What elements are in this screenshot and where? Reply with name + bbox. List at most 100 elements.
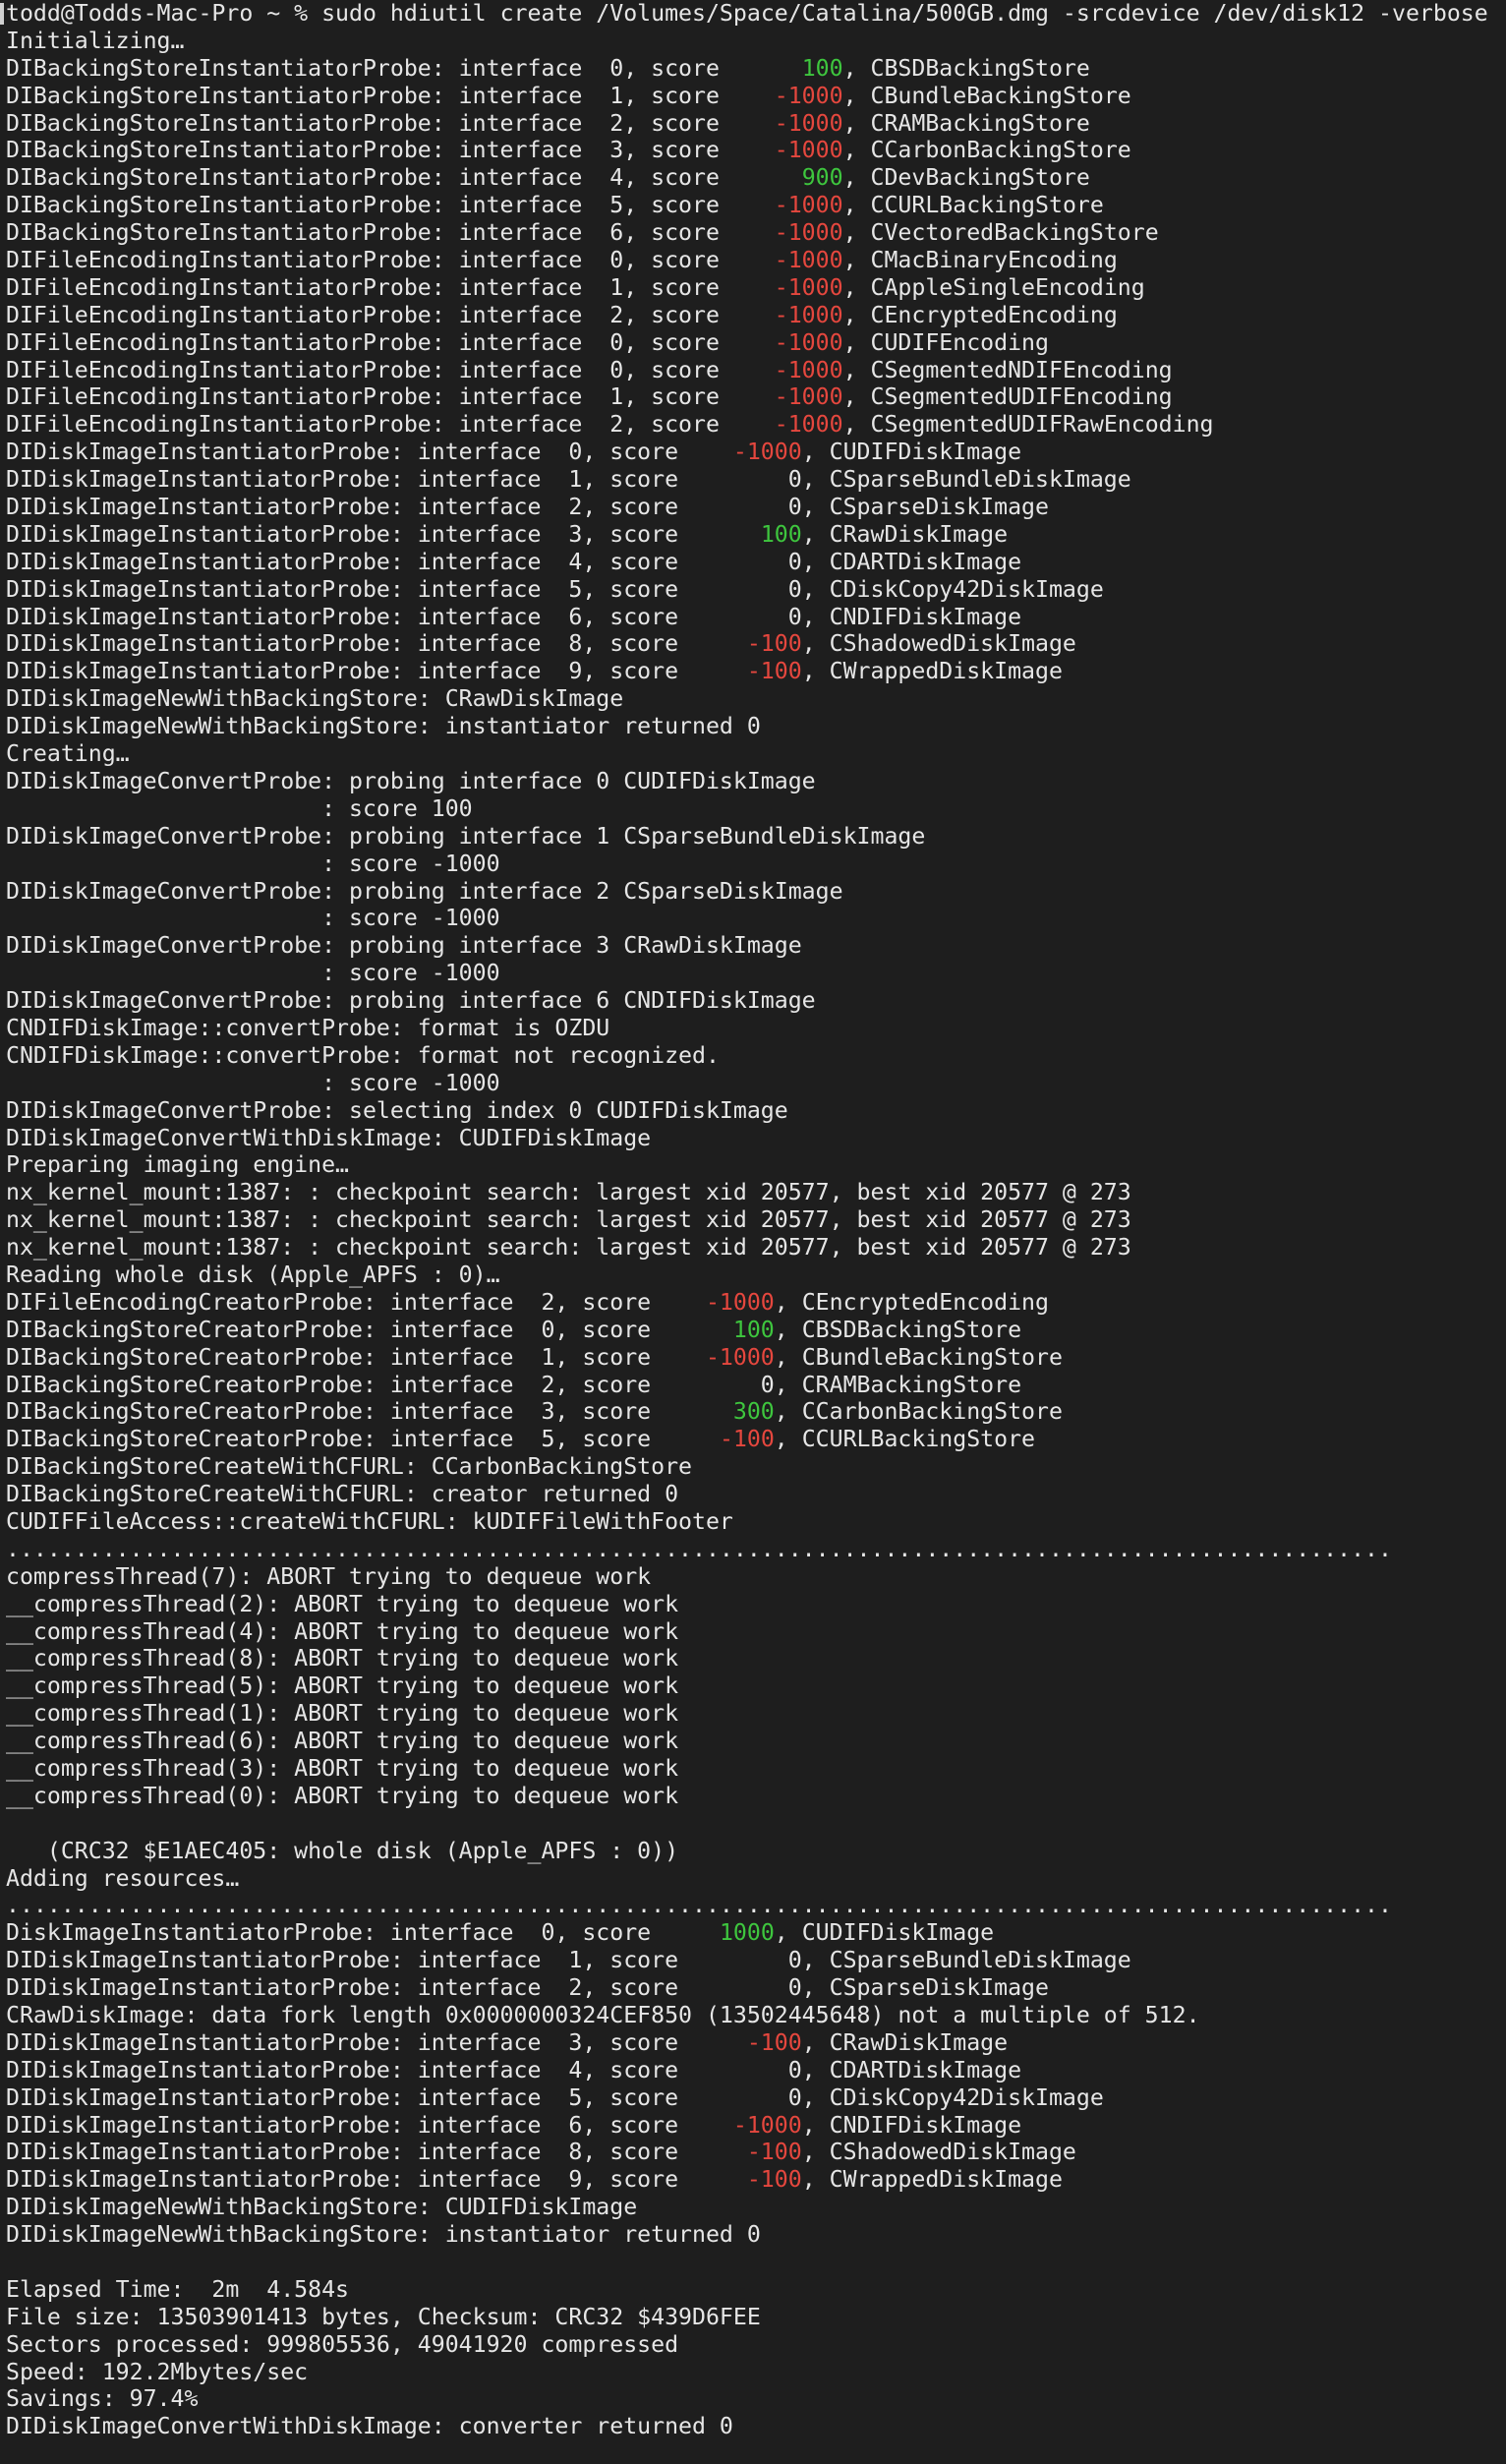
output-line: : score -1000	[6, 851, 1506, 878]
output-line: DIBackingStoreCreatorProbe: interface 5,…	[6, 1426, 1506, 1453]
output-line: DIBackingStoreCreateWithCFURL: CCarbonBa…	[6, 1453, 1506, 1481]
output-text: DIDiskImageConvertProbe: probing interfa…	[6, 822, 926, 850]
score-negative: -1000	[774, 301, 843, 328]
output-line: Reading whole disk (Apple_APFS : 0)…	[6, 1261, 1506, 1289]
output-text: DIDiskImageInstantiatorProbe: interface …	[6, 575, 1104, 603]
output-text: DIDiskImageInstantiatorProbe: interface …	[6, 2111, 733, 2139]
output-line: DIFileEncodingInstantiatorProbe: interfa…	[6, 274, 1506, 302]
output-line: Savings: 97.4%	[6, 2385, 1506, 2413]
output-text: DiskImageInstantiatorProbe: interface 0,…	[6, 1919, 720, 1947]
output-text: , CUDIFEncoding	[842, 328, 1049, 356]
output-text: DIDiskImageInstantiatorProbe: interface …	[6, 520, 761, 548]
output-text: Elapsed Time: 2m 4.584s	[6, 2275, 350, 2303]
score-negative: -1000	[774, 411, 843, 439]
output-text: CNDIFDiskImage::convertProbe: format is …	[6, 1014, 610, 1041]
output-text: CUDIFFileAccess::createWithCFURL: kUDIFF…	[6, 1507, 733, 1535]
output-line: DIDiskImageConvertWithDiskImage: convert…	[6, 2413, 1506, 2440]
output-line: DIDiskImageNewWithBackingStore: CRawDisk…	[6, 685, 1506, 713]
score-negative: -100	[746, 2028, 802, 2056]
output-line: DIDiskImageConvertProbe: probing interfa…	[6, 768, 1506, 795]
output-text: DIBackingStoreInstantiatorProbe: interfa…	[6, 164, 802, 192]
output-text: DIFileEncodingInstantiatorProbe: interfa…	[6, 273, 775, 301]
score-negative: -1000	[774, 109, 843, 137]
output-line: DIDiskImageInstantiatorProbe: interface …	[6, 604, 1506, 631]
terminal-output: Initializing… DIBackingStoreInstantiatorP…	[6, 28, 1506, 2440]
output-text: __compressThread(1): ABORT trying to deq…	[6, 1700, 679, 1728]
score-negative: -100	[746, 658, 802, 685]
output-line: __compressThread(1): ABORT trying to deq…	[6, 1700, 1506, 1728]
output-line: DIDiskImageInstantiatorProbe: interface …	[6, 439, 1506, 466]
output-text: DIFileEncodingInstantiatorProbe: interfa…	[6, 328, 775, 356]
score-negative: -100	[719, 1426, 775, 1453]
output-line: ........................................…	[6, 1536, 1506, 1563]
output-text: , CEncryptedEncoding	[774, 1288, 1049, 1316]
score-positive: 100	[732, 1316, 775, 1343]
output-text: nx_kernel_mount:1387: : checkpoint searc…	[6, 1206, 1131, 1234]
output-text: DIBackingStoreCreatorProbe: interface 0,…	[6, 1316, 733, 1343]
output-line: DIBackingStoreInstantiatorProbe: interfa…	[6, 110, 1506, 138]
output-text: __compressThread(4): ABORT trying to deq…	[6, 1617, 679, 1645]
output-line: : score -1000	[6, 1070, 1506, 1097]
score-negative: -100	[746, 630, 802, 658]
output-line: DIDiskImageConvertProbe: selecting index…	[6, 1097, 1506, 1125]
output-text: __compressThread(3): ABORT trying to deq…	[6, 1755, 679, 1782]
output-text: DIDiskImageNewWithBackingStore: CRawDisk…	[6, 685, 624, 713]
output-line: DIDiskImageInstantiatorProbe: interface …	[6, 549, 1506, 576]
output-text: DIDiskImageNewWithBackingStore: instanti…	[6, 713, 761, 740]
output-line: DIDiskImageConvertWithDiskImage: CUDIFDi…	[6, 1125, 1506, 1152]
output-line: Initializing…	[6, 28, 1506, 55]
command-text: sudo hdiutil create /Volumes/Space/Catal…	[321, 0, 1488, 27]
output-text: DIBackingStoreCreatorProbe: interface 1,…	[6, 1343, 706, 1371]
output-text: , CWrappedDiskImage	[801, 658, 1063, 685]
score-positive: 100	[801, 54, 843, 82]
command-line[interactable]: todd@Todds-Mac-Pro ~ % sudo hdiutil crea…	[6, 0, 1506, 28]
output-line: CNDIFDiskImage::convertProbe: format not…	[6, 1042, 1506, 1070]
output-line: DIDiskImageInstantiatorProbe: interface …	[6, 2057, 1506, 2084]
output-text: ........................................…	[6, 1535, 1392, 1562]
output-text: DIFileEncodingInstantiatorProbe: interfa…	[6, 411, 775, 439]
output-text: , CEncryptedEncoding	[842, 301, 1118, 328]
output-line: DIDiskImageInstantiatorProbe: interface …	[6, 2029, 1506, 2057]
output-text: DIDiskImageConvertWithDiskImage: convert…	[6, 2413, 733, 2440]
output-line: DIBackingStoreCreatorProbe: interface 1,…	[6, 1344, 1506, 1372]
score-negative: -1000	[732, 439, 802, 466]
output-line: File size: 13503901413 bytes, Checksum: …	[6, 2304, 1506, 2331]
score-negative: -1000	[774, 328, 843, 356]
output-text: Preparing imaging engine…	[6, 1151, 350, 1179]
output-line: DIBackingStoreInstantiatorProbe: interfa…	[6, 164, 1506, 192]
output-text: __compressThread(0): ABORT trying to deq…	[6, 1782, 679, 1809]
output-text: DIFileEncodingInstantiatorProbe: interfa…	[6, 301, 775, 328]
output-text: , CBSDBackingStore	[774, 1316, 1022, 1343]
output-line: DIDiskImageConvertProbe: probing interfa…	[6, 932, 1506, 960]
output-text: , CSegmentedUDIFEncoding	[842, 383, 1173, 411]
score-positive: 900	[801, 164, 843, 192]
output-text: Savings: 97.4%	[6, 2385, 199, 2413]
output-line: DIFileEncodingCreatorProbe: interface 2,…	[6, 1289, 1506, 1317]
output-text: DIDiskImageConvertProbe: probing interfa…	[6, 932, 802, 960]
output-text: DIDiskImageConvertWithDiskImage: CUDIFDi…	[6, 1124, 652, 1151]
terminal-window[interactable]: todd@Todds-Mac-Pro ~ % sudo hdiutil crea…	[0, 0, 1506, 2464]
output-text: , CCarbonBackingStore	[774, 1398, 1063, 1426]
output-text: DIBackingStoreInstantiatorProbe: interfa…	[6, 192, 775, 219]
output-line: nx_kernel_mount:1387: : checkpoint searc…	[6, 1234, 1506, 1261]
output-text: , CShadowedDiskImage	[801, 630, 1076, 658]
output-line: DIDiskImageInstantiatorProbe: interface …	[6, 521, 1506, 549]
output-line: __compressThread(4): ABORT trying to deq…	[6, 1618, 1506, 1646]
output-text: , CRAMBackingStore	[842, 109, 1090, 137]
output-text: : score 100	[6, 794, 473, 822]
output-text: DIDiskImageInstantiatorProbe: interface …	[6, 2139, 747, 2166]
output-text: Sectors processed: 999805536, 49041920 c…	[6, 2330, 679, 2358]
output-text: DIDiskImageNewWithBackingStore: instanti…	[6, 2221, 761, 2249]
output-line: DIDiskImageNewWithBackingStore: instanti…	[6, 713, 1506, 740]
output-text: File size: 13503901413 bytes, Checksum: …	[6, 2303, 761, 2330]
output-text: compressThread(7): ABORT trying to deque…	[6, 1562, 652, 1590]
output-line: DIBackingStoreInstantiatorProbe: interfa…	[6, 137, 1506, 164]
output-line: DIFileEncodingInstantiatorProbe: interfa…	[6, 329, 1506, 357]
output-line: DIDiskImageInstantiatorProbe: interface …	[6, 576, 1506, 604]
output-line: __compressThread(2): ABORT trying to deq…	[6, 1591, 1506, 1618]
output-line: DIBackingStoreCreatorProbe: interface 2,…	[6, 1372, 1506, 1399]
output-text: __compressThread(5): ABORT trying to deq…	[6, 1672, 679, 1700]
output-text: DIDiskImageConvertProbe: probing interfa…	[6, 987, 816, 1015]
output-text: ........................................…	[6, 1892, 1392, 1919]
output-text: DIBackingStoreInstantiatorProbe: interfa…	[6, 137, 775, 164]
